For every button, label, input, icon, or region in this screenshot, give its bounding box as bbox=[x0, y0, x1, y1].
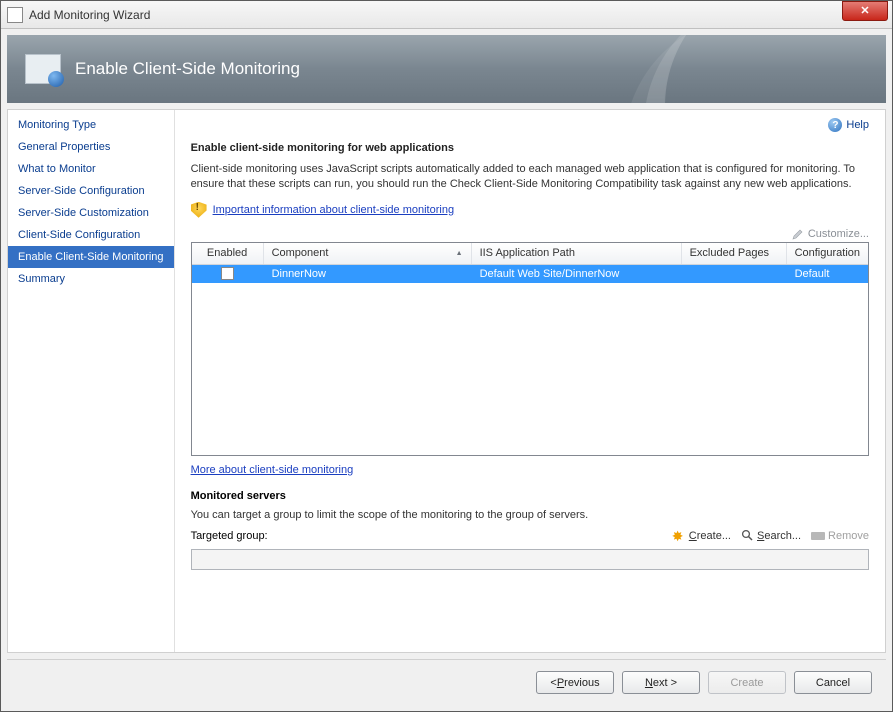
enabled-checkbox[interactable] bbox=[221, 267, 234, 280]
customize-button[interactable]: Customize... bbox=[808, 228, 869, 240]
main-panel: ? Help Enable client-side monitoring for… bbox=[175, 110, 885, 652]
customize-row: Customize... bbox=[191, 228, 869, 240]
column-enabled[interactable]: Enabled bbox=[192, 243, 264, 264]
next-button[interactable]: Next > bbox=[622, 671, 700, 694]
help-icon: ? bbox=[828, 118, 842, 132]
section-heading: Enable client-side monitoring for web ap… bbox=[191, 142, 869, 154]
cell-configuration: Default bbox=[787, 268, 868, 280]
create-label-tail: reate... bbox=[697, 530, 731, 542]
monitored-servers-heading: Monitored servers bbox=[191, 490, 869, 502]
sidebar-item-summary[interactable]: Summary bbox=[8, 268, 174, 290]
sidebar-item-what-to-monitor[interactable]: What to Monitor bbox=[8, 158, 174, 180]
cancel-button[interactable]: Cancel bbox=[794, 671, 872, 694]
targeted-group-row: Targeted group: ✸ Create... Search... bbox=[191, 529, 869, 543]
cell-enabled bbox=[192, 267, 264, 280]
window-title: Add Monitoring Wizard bbox=[29, 8, 842, 22]
important-info-link[interactable]: Important information about client-side … bbox=[213, 204, 455, 216]
sidebar-item-general-properties[interactable]: General Properties bbox=[8, 136, 174, 158]
magnifier-icon bbox=[741, 529, 754, 542]
help-label: Help bbox=[846, 119, 869, 131]
targeted-group-input[interactable] bbox=[191, 549, 869, 570]
targeted-group-actions: ✸ Create... Search... Remove bbox=[672, 529, 869, 543]
more-about-link[interactable]: More about client-side monitoring bbox=[191, 464, 354, 476]
previous-button[interactable]: < Previous bbox=[536, 671, 614, 694]
targeted-group-label: Targeted group: bbox=[191, 530, 268, 542]
body: Monitoring Type General Properties What … bbox=[7, 109, 886, 653]
column-iis-path[interactable]: IIS Application Path bbox=[472, 243, 682, 264]
pencil-icon bbox=[792, 228, 804, 240]
app-icon bbox=[7, 7, 23, 23]
section-description: Client-side monitoring uses JavaScript s… bbox=[191, 162, 869, 192]
wizard-steps-sidebar: Monitoring Type General Properties What … bbox=[8, 110, 175, 652]
help-link[interactable]: ? Help bbox=[828, 118, 869, 132]
remove-icon bbox=[811, 532, 825, 540]
remove-group-button: Remove bbox=[811, 530, 869, 542]
sidebar-item-monitoring-type[interactable]: Monitoring Type bbox=[8, 114, 174, 136]
titlebar: Add Monitoring Wizard ✕ bbox=[1, 1, 892, 29]
column-excluded-pages[interactable]: Excluded Pages bbox=[682, 243, 787, 264]
sidebar-item-server-side-customization[interactable]: Server-Side Customization bbox=[8, 202, 174, 224]
close-button[interactable]: ✕ bbox=[842, 1, 888, 21]
search-group-button[interactable]: Search... bbox=[741, 529, 801, 542]
create-group-button[interactable]: ✸ Create... bbox=[672, 529, 731, 543]
table-row[interactable]: DinnerNow Default Web Site/DinnerNow Def… bbox=[192, 265, 868, 283]
sidebar-item-server-side-configuration[interactable]: Server-Side Configuration bbox=[8, 180, 174, 202]
applications-table: Enabled Component IIS Application Path E… bbox=[191, 242, 869, 456]
cell-iis-path: Default Web Site/DinnerNow bbox=[472, 268, 682, 280]
monitored-servers-description: You can target a group to limit the scop… bbox=[191, 508, 869, 523]
banner-title: Enable Client-Side Monitoring bbox=[75, 59, 300, 79]
cell-component: DinnerNow bbox=[264, 268, 472, 280]
create-button: Create bbox=[708, 671, 786, 694]
table-header: Enabled Component IIS Application Path E… bbox=[192, 243, 868, 265]
column-configuration[interactable]: Configuration bbox=[787, 243, 868, 264]
important-info-row: Important information about client-side … bbox=[191, 202, 869, 218]
sidebar-item-enable-client-side-monitoring[interactable]: Enable Client-Side Monitoring bbox=[8, 246, 174, 268]
footer: < Previous Next > Create Cancel bbox=[7, 659, 886, 705]
sidebar-item-client-side-configuration[interactable]: Client-Side Configuration bbox=[8, 224, 174, 246]
banner: Enable Client-Side Monitoring bbox=[7, 35, 886, 103]
wizard-window: Add Monitoring Wizard ✕ Enable Client-Si… bbox=[0, 0, 893, 712]
shield-warning-icon bbox=[191, 202, 207, 218]
banner-icon bbox=[25, 54, 61, 84]
column-component[interactable]: Component bbox=[264, 243, 472, 264]
star-icon: ✸ bbox=[672, 529, 686, 543]
